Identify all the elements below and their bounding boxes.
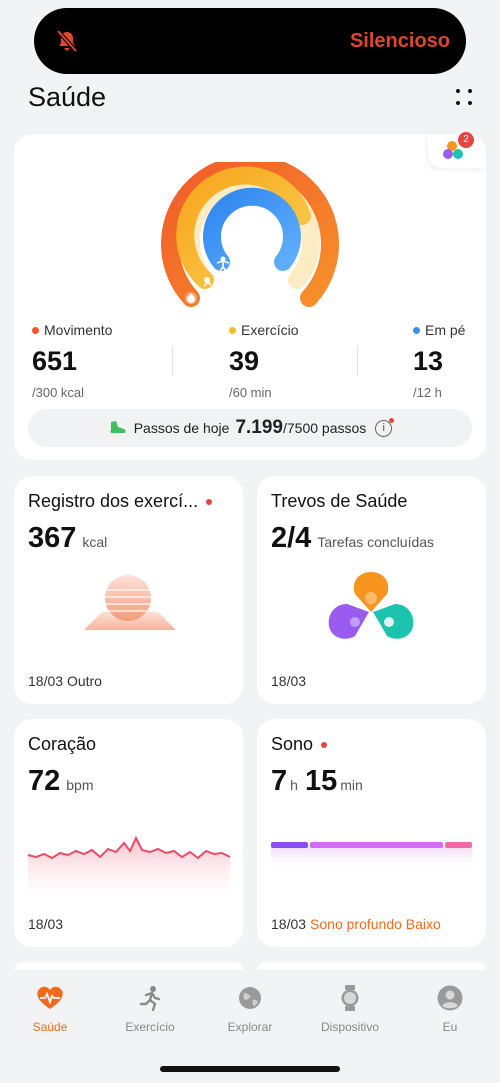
sleep-stage-bar bbox=[271, 842, 472, 871]
heart-rate-card[interactable]: Coração 72 bpm 18/03 bbox=[14, 719, 243, 947]
activity-rings-card[interactable]: 2 Movimento 651 /300 kcal Exercício 39 /… bbox=[14, 132, 486, 460]
hours-unit: h bbox=[290, 777, 298, 793]
next-card-partial bbox=[14, 962, 243, 970]
workout-sphere-illustration bbox=[84, 575, 176, 630]
sleep-card[interactable]: Sono 7h 15 min 18/03 Sono profundo Baixo bbox=[257, 719, 486, 947]
globe-icon bbox=[239, 987, 261, 1009]
card-value: 2/4 bbox=[271, 522, 312, 554]
watch-icon bbox=[341, 985, 359, 1011]
exercise-log-card[interactable]: Registro dos exercí... 367 kcal 18/03 Out… bbox=[14, 476, 243, 704]
exercise-type: Outro bbox=[66, 673, 102, 689]
clover-icon bbox=[443, 141, 463, 159]
tab-device[interactable]: Dispositivo bbox=[300, 984, 400, 1034]
stat-label: Movimento bbox=[44, 322, 113, 338]
steps-value: 7.199 bbox=[235, 417, 283, 438]
sleep-minutes: 15 bbox=[304, 765, 338, 797]
steps-prefix: Passos de hoje bbox=[133, 420, 230, 436]
running-icon bbox=[139, 986, 161, 1011]
clover-illustration bbox=[328, 572, 414, 639]
page-title: Saúde bbox=[28, 81, 107, 112]
steps-suffix: /7500 passos bbox=[282, 420, 367, 436]
stat-value: 651 bbox=[32, 346, 78, 376]
card-value: 367 bbox=[28, 522, 77, 554]
shoe-icon bbox=[110, 421, 126, 433]
status-island: Silencioso bbox=[34, 8, 466, 74]
card-date: 18/03 bbox=[271, 916, 307, 932]
tab-me[interactable]: Eu bbox=[400, 984, 500, 1034]
next-card-partial bbox=[257, 962, 486, 970]
notification-count-badge: 2 bbox=[458, 132, 474, 148]
card-value: 72 bbox=[28, 765, 61, 797]
stat-value: 39 bbox=[229, 346, 260, 376]
unread-dot bbox=[206, 498, 213, 505]
card-title: Sono bbox=[271, 734, 314, 754]
stat-movement: Movimento 651 /300 kcal bbox=[32, 322, 112, 400]
heart-pulse-icon bbox=[37, 986, 63, 1009]
stat-target: /300 kcal bbox=[32, 385, 85, 400]
stat-exercise: Exercício 39 /60 min bbox=[229, 322, 299, 400]
tab-label: Saúde bbox=[32, 1020, 68, 1034]
silent-mode-label: Silencioso bbox=[349, 29, 450, 52]
clover-shortcut[interactable]: 2 bbox=[428, 132, 486, 168]
card-unit: Tarefas concluídas bbox=[317, 534, 435, 550]
divider bbox=[172, 346, 173, 376]
tab-health[interactable]: Saúde bbox=[0, 984, 100, 1034]
sleep-warning: Sono profundo Baixo bbox=[310, 916, 441, 932]
card-title: Registro dos exercí... bbox=[28, 491, 199, 511]
card-unit: bpm bbox=[66, 777, 94, 793]
heart-rate-sparkline bbox=[27, 835, 231, 899]
bell-off-icon bbox=[56, 29, 78, 53]
stat-value: 13 bbox=[413, 346, 444, 376]
card-unit: kcal bbox=[82, 534, 108, 550]
card-title: Coração bbox=[28, 734, 97, 754]
sleep-hours: 7 bbox=[271, 765, 288, 797]
info-icon[interactable]: i bbox=[375, 417, 395, 437]
tab-label: Eu bbox=[442, 1020, 458, 1034]
stat-standing: Em pé 13 /12 h bbox=[413, 322, 465, 400]
card-date: 18/03 bbox=[28, 916, 64, 932]
grid-dots-icon[interactable] bbox=[456, 89, 472, 105]
minutes-unit: min bbox=[340, 777, 363, 793]
stat-target: /60 min bbox=[229, 385, 272, 400]
tab-label: Exercício bbox=[125, 1020, 175, 1034]
stat-target: /12 h bbox=[413, 385, 442, 400]
health-clovers-card[interactable]: Trevos de Saúde 2/4 Tarefas concluídas 18… bbox=[257, 476, 486, 704]
page-header: Saúde bbox=[28, 80, 478, 114]
movement-dot bbox=[32, 326, 39, 334]
home-indicator[interactable] bbox=[160, 1066, 340, 1072]
tab-label: Dispositivo bbox=[320, 1020, 380, 1034]
card-date: 18/03 bbox=[28, 673, 64, 689]
stat-label: Exercício bbox=[241, 322, 299, 338]
divider bbox=[357, 346, 358, 376]
tab-explore[interactable]: Explorar bbox=[200, 984, 300, 1034]
unread-dot bbox=[321, 741, 328, 748]
tab-exercise[interactable]: Exercício bbox=[100, 984, 200, 1034]
stat-label: Em pé bbox=[425, 322, 466, 338]
exercise-dot bbox=[229, 326, 236, 334]
user-icon bbox=[437, 985, 463, 1011]
standing-dot bbox=[413, 326, 420, 334]
tab-label: Explorar bbox=[227, 1020, 273, 1034]
card-title: Trevos de Saúde bbox=[271, 491, 408, 511]
card-date: 18/03 bbox=[271, 673, 307, 689]
activity-rings bbox=[161, 162, 339, 307]
today-steps-bar[interactable]: Passos de hoje 7.199/7500 passos i bbox=[28, 409, 472, 447]
